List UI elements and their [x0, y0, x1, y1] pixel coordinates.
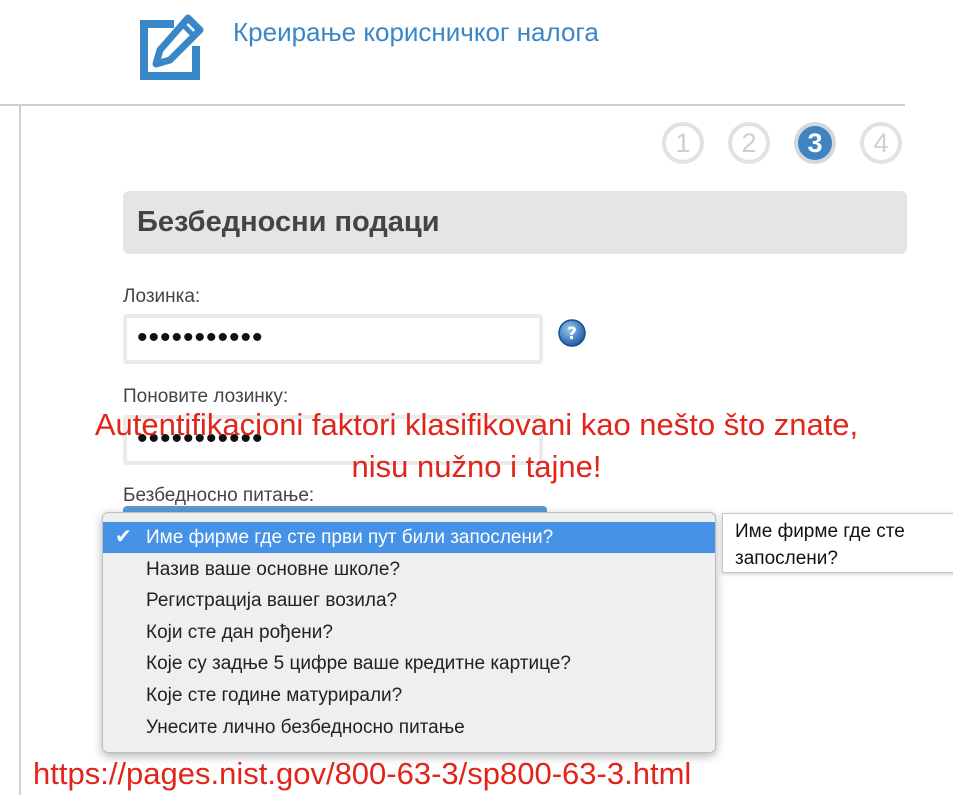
step-2[interactable]: 2 [728, 122, 770, 164]
dropdown-option[interactable]: Унесите лично безбедносно питање [103, 712, 715, 743]
step-3-current[interactable]: 3 [794, 122, 836, 164]
header-divider [0, 104, 905, 106]
caption-line-2: nisu nužno i tajne! [351, 449, 602, 484]
edit-icon [140, 14, 204, 80]
dropdown-option[interactable]: Које су задње 5 цифре ваше кредитне карт… [103, 648, 715, 679]
option-label: Унесите лично безбедносно питање [146, 717, 465, 738]
option-label: Које сте године матурирали? [146, 685, 403, 706]
page-title: Креирање корисничког налога [233, 17, 599, 47]
option-label: Регистрација вашег возила? [146, 590, 398, 611]
dropdown-option[interactable]: Који сте дан рођени? [103, 617, 715, 648]
dropdown-option[interactable]: Које сте године матурирали? [103, 680, 715, 711]
password-label: Лозинка: [123, 286, 201, 307]
security-question-label: Безбедносно питање: [123, 485, 315, 506]
option-label: Назив ваше основне школе? [146, 559, 401, 580]
overlay-caption: Autentifikacioni faktori klasifikovani k… [0, 404, 953, 488]
security-question-dropdown[interactable]: ✔ Име фирме где сте први пут били запосл… [102, 512, 716, 753]
dropdown-option[interactable]: Регистрација вашег возила? [103, 585, 715, 616]
svg-text:?: ? [567, 324, 577, 344]
source-url: https://pages.nist.gov/800-63-3/sp800-63… [33, 756, 692, 791]
option-label: Који сте дан рођени? [146, 622, 333, 643]
step-1[interactable]: 1 [662, 122, 704, 164]
section-title: Безбедносни подаци [123, 191, 907, 254]
dropdown-option[interactable]: Назив ваше основне школе? [103, 554, 715, 585]
tooltip: Име фирме где сте запослени? [722, 513, 953, 573]
step-4[interactable]: 4 [860, 122, 902, 164]
checkmark-icon: ✔ [115, 526, 132, 548]
caption-line-1: Autentifikacioni faktori klasifikovani k… [94, 407, 859, 442]
option-label: Које су задње 5 цифре ваше кредитне карт… [146, 653, 571, 674]
help-icon[interactable]: ? [557, 318, 587, 348]
password-input[interactable]: ••••••••••• [123, 314, 543, 364]
option-label: Име фирме где сте први пут били запослен… [146, 527, 554, 548]
dropdown-option[interactable]: ✔ Име фирме где сте први пут били запосл… [103, 522, 715, 553]
